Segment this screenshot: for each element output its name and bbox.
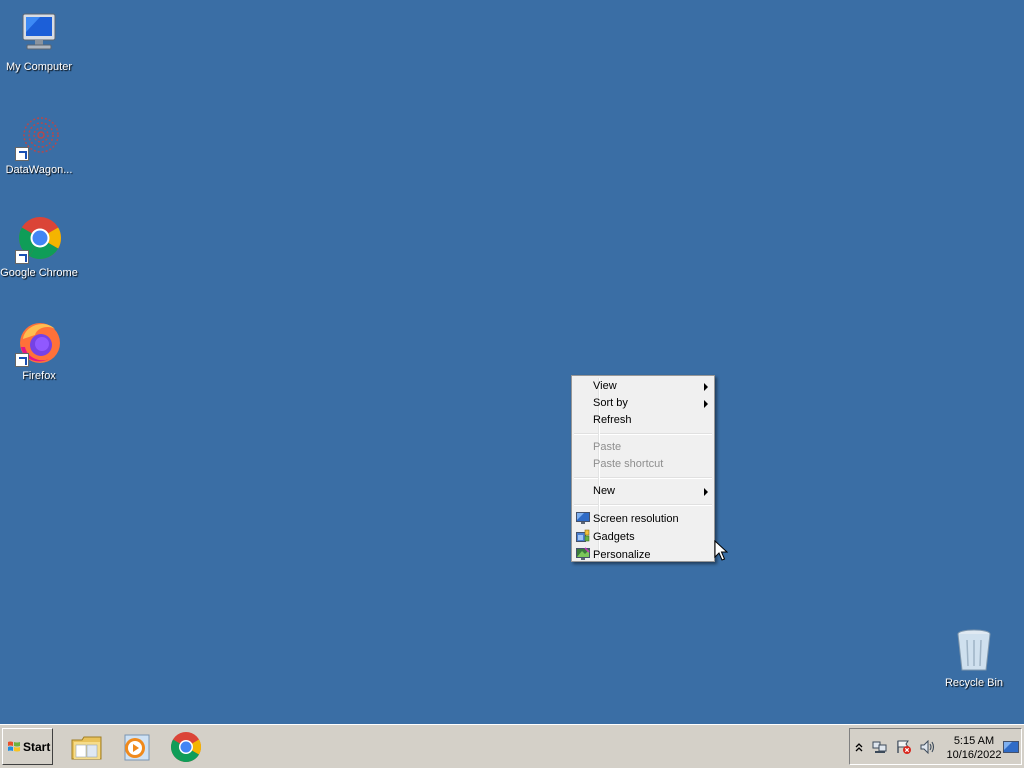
clock-date: 10/16/2022 xyxy=(946,749,1002,761)
action-center-icon[interactable] xyxy=(896,740,912,754)
desktop-icon-label: Firefox xyxy=(22,370,56,382)
menu-item-label: Personalize xyxy=(593,549,651,561)
menu-item-sort-by[interactable]: Sort by xyxy=(572,395,714,412)
personalize-icon xyxy=(576,547,590,560)
menu-separator xyxy=(574,433,712,435)
menu-item-label: Refresh xyxy=(593,414,632,426)
menu-item-screen-resolution[interactable]: Screen resolution xyxy=(572,510,714,528)
desktop[interactable]: My Computer DataWagon... Google Chrome F… xyxy=(0,0,1024,724)
desktop-icon-label: Google Chrome xyxy=(0,267,78,279)
volume-icon[interactable] xyxy=(920,740,936,754)
mouse-cursor-icon xyxy=(714,540,728,561)
start-button[interactable]: Start xyxy=(2,728,53,765)
menu-item-view[interactable]: View xyxy=(572,378,714,395)
system-clock[interactable]: 5:15 AM 10/16/2022 xyxy=(942,734,1006,762)
shortcut-arrow-icon xyxy=(15,147,29,161)
submenu-arrow-icon xyxy=(704,383,708,391)
shortcut-arrow-icon xyxy=(15,353,29,367)
chrome-icon[interactable] xyxy=(169,730,203,764)
desktop-icon-google-chrome[interactable]: Google Chrome xyxy=(0,208,78,280)
network-icon[interactable] xyxy=(872,740,888,754)
menu-item-label: New xyxy=(593,485,616,497)
show-desktop-icon[interactable] xyxy=(1003,741,1019,753)
show-hidden-icons-chevron[interactable] xyxy=(854,740,864,754)
desktop-icon-recycle-bin[interactable]: Recycle Bin xyxy=(935,618,1013,690)
desktop-icon-label: My Computer xyxy=(5,61,73,73)
menu-separator xyxy=(574,504,712,506)
desktop-context-menu: View Sort by Refresh Paste Paste shortcu… xyxy=(571,375,715,562)
menu-item-label: Paste xyxy=(593,441,622,453)
clock-time: 5:15 AM xyxy=(953,735,995,747)
start-label: Start xyxy=(23,739,51,754)
desktop-icon-label: DataWagon... xyxy=(5,164,73,176)
menu-separator xyxy=(574,477,712,479)
shortcut-arrow-icon xyxy=(15,250,29,264)
menu-item-label: Paste shortcut xyxy=(593,458,664,470)
menu-item-refresh[interactable]: Refresh xyxy=(572,412,714,429)
menu-item-new[interactable]: New xyxy=(572,483,714,500)
menu-item-paste-shortcut: Paste shortcut xyxy=(572,456,714,473)
menu-item-label: View xyxy=(593,380,617,392)
screen-resolution-icon xyxy=(576,512,590,524)
firefox-icon xyxy=(15,319,63,367)
windows-logo-icon xyxy=(8,741,20,751)
desktop-icon-datawagon[interactable]: DataWagon... xyxy=(0,105,78,177)
gadgets-icon xyxy=(576,529,590,542)
menu-item-paste: Paste xyxy=(572,439,714,456)
file-explorer-icon[interactable] xyxy=(70,730,104,764)
menu-item-gadgets[interactable]: Gadgets xyxy=(572,528,714,546)
menu-item-personalize[interactable]: Personalize xyxy=(572,546,714,564)
notification-area: 5:15 AM 10/16/2022 xyxy=(849,728,1022,765)
datawagon-icon xyxy=(15,113,63,161)
menu-item-label: Sort by xyxy=(593,397,628,409)
desktop-icon-label: Recycle Bin xyxy=(944,677,1004,689)
taskbar: Start 5:15 AM 10/16/2022 xyxy=(0,724,1024,768)
menu-item-label: Gadgets xyxy=(593,531,635,543)
desktop-icon-firefox[interactable]: Firefox xyxy=(0,311,78,383)
menu-item-label: Screen resolution xyxy=(593,513,679,525)
desktop-icon-my-computer[interactable]: My Computer xyxy=(0,2,78,74)
chrome-icon xyxy=(15,216,63,264)
recycle-bin-icon xyxy=(950,626,998,674)
submenu-arrow-icon xyxy=(704,488,708,496)
computer-icon xyxy=(15,10,63,58)
submenu-arrow-icon xyxy=(704,400,708,408)
media-player-icon[interactable] xyxy=(119,730,153,764)
